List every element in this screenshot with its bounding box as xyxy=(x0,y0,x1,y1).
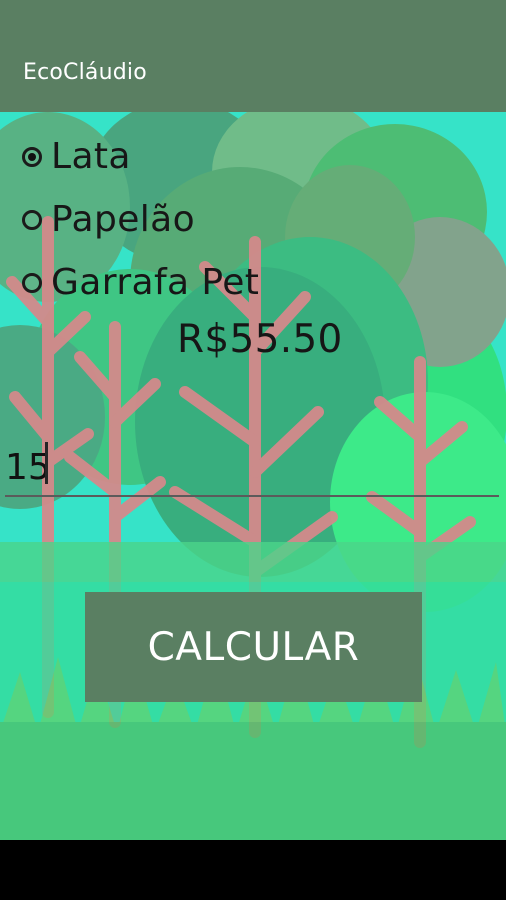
radio-unselected-icon xyxy=(22,273,42,293)
text-cursor xyxy=(45,442,48,484)
material-option-label: Garrafa Pet xyxy=(51,262,260,303)
radio-selected-icon xyxy=(22,147,42,167)
app-screen: EcoCláudio Lata Papelão Garrafa Pet R$55… xyxy=(0,0,506,840)
app-title: EcoCláudio xyxy=(23,60,147,85)
material-option-garrafa-pet[interactable]: Garrafa Pet xyxy=(22,260,259,306)
calculate-button[interactable]: CALCULAR xyxy=(85,592,422,702)
material-option-lata[interactable]: Lata xyxy=(22,134,131,180)
price-result: R$55.50 xyxy=(177,317,343,362)
material-option-label: Lata xyxy=(51,136,131,177)
app-toolbar: EcoCláudio xyxy=(0,0,506,112)
quantity-input[interactable] xyxy=(5,439,499,497)
navigation-bar-area xyxy=(0,840,506,900)
radio-unselected-icon xyxy=(22,210,42,230)
material-option-papelao[interactable]: Papelão xyxy=(22,197,195,243)
calculator-content: Lata Papelão Garrafa Pet R$55.50 CALCULA… xyxy=(0,112,506,840)
material-option-label: Papelão xyxy=(51,199,196,240)
